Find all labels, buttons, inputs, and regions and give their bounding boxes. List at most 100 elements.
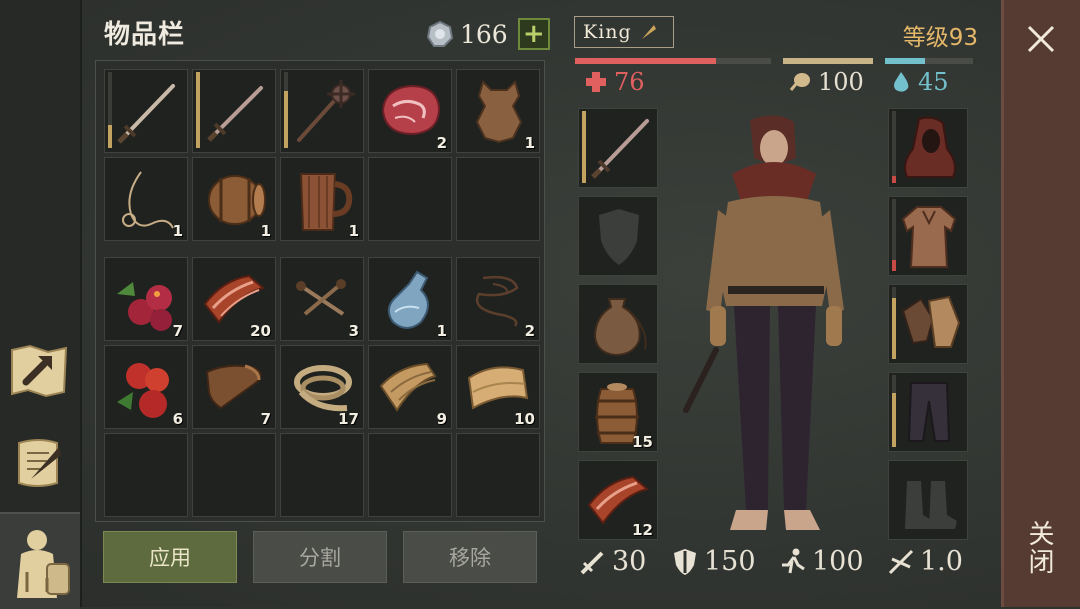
inventory-slot[interactable] (280, 69, 364, 153)
inventory-slot[interactable]: 1 (104, 157, 188, 241)
item-quantity: 1 (524, 134, 535, 152)
add-coins-button[interactable]: + (517, 18, 550, 50)
inventory-slot[interactable]: 2 (368, 69, 452, 153)
empty-inventory-slot[interactable] (104, 433, 188, 517)
remove-button[interactable]: 移除 (403, 531, 537, 583)
pouch-icon (593, 298, 647, 357)
mace-icon (297, 80, 355, 142)
shield-equip-slot[interactable] (578, 196, 658, 276)
running-man-icon (782, 548, 805, 573)
item-quantity: 2 (436, 134, 447, 152)
chest-equip-slot[interactable] (888, 196, 968, 276)
item-quantity: 1 (172, 222, 183, 240)
inventory-grid: 2 1 1 1 1 7 20 3 1 2 6 7 17 9 10 (95, 60, 545, 522)
item-quantity: 17 (338, 410, 359, 428)
thirst-bar (885, 58, 973, 64)
item-quantity: 9 (436, 410, 447, 428)
boots-slot-icon (905, 481, 957, 529)
item-quantity: 1 (260, 222, 271, 240)
inventory-slot[interactable]: 1 (280, 157, 364, 241)
feet-equip-slot[interactable] (888, 460, 968, 540)
item-quantity: 3 (348, 322, 359, 340)
inventory-slot[interactable] (192, 69, 276, 153)
item-quantity: 20 (250, 322, 271, 340)
empty-inventory-slot[interactable] (456, 433, 540, 517)
gloves-icon (901, 295, 961, 348)
inventory-slot[interactable]: 1 (192, 157, 276, 241)
item-quantity: 1 (436, 322, 447, 340)
close-panel[interactable]: 关闭 (1001, 0, 1080, 607)
legs-equip-slot[interactable] (888, 372, 968, 452)
item-quantity: 6 (172, 410, 183, 428)
attack-stat: 30 (578, 546, 646, 577)
inventory-tab[interactable] (0, 512, 80, 609)
hands-equip-slot[interactable] (888, 284, 968, 364)
empty-inventory-slot[interactable] (192, 433, 276, 517)
item-quantity: 1 (348, 222, 359, 240)
scroll-quill-icon (18, 439, 61, 487)
hunger-bar (783, 58, 873, 64)
inventory-slot[interactable]: 20 (192, 257, 276, 341)
speed-value: 100 (812, 546, 864, 577)
inventory-slot[interactable]: 7 (192, 345, 276, 429)
pants-icon (907, 382, 951, 442)
thirst-value: 45 (918, 68, 949, 96)
split-button[interactable]: 分割 (253, 531, 387, 583)
gambeson-icon (901, 206, 957, 268)
crossed-weapons-icon (888, 549, 914, 574)
character-name: King (583, 21, 632, 43)
close-button-label: 关闭 (1024, 520, 1054, 576)
inventory-slot[interactable]: 3 (280, 257, 364, 341)
quill-edit-icon (641, 25, 656, 39)
equipped-sword-icon (591, 119, 649, 179)
inventory-slot[interactable]: 1 (456, 69, 540, 153)
inventory-slot[interactable]: 6 (104, 345, 188, 429)
inventory-slot[interactable] (104, 69, 188, 153)
item-quantity: 15 (632, 433, 653, 451)
weapon-equip-slot[interactable] (578, 108, 658, 188)
health-stat: 76 (584, 68, 645, 96)
journal-tab[interactable] (6, 430, 72, 496)
quickslot-1[interactable]: 15 (578, 372, 658, 452)
inventory-slot[interactable]: 1 (368, 257, 452, 341)
empty-inventory-slot[interactable] (368, 157, 452, 241)
inventory-slot[interactable]: 10 (456, 345, 540, 429)
quickslot-2[interactable]: 12 (578, 460, 658, 540)
inventory-slot[interactable]: 2 (456, 257, 540, 341)
speed-stat: 100 (778, 546, 864, 577)
character-model (683, 115, 844, 530)
crafting-tab[interactable] (6, 338, 72, 404)
character-level: 等级93 (902, 25, 978, 51)
character-backpack-icon (17, 529, 70, 598)
hunger-drumstick-icon (789, 73, 810, 91)
longsword-icon (117, 84, 175, 144)
use-button[interactable]: 应用 (103, 531, 237, 583)
silver-coin-icon (426, 20, 454, 47)
multiplier-value: 1.0 (920, 546, 963, 577)
empty-inventory-slot[interactable] (368, 433, 452, 517)
item-quantity: 10 (514, 410, 535, 428)
shield-slot-icon (599, 209, 639, 265)
character-name-badge[interactable]: King (574, 16, 674, 48)
hunger-stat: 100 (788, 68, 864, 96)
health-value: 76 (614, 68, 645, 96)
inventory-title: 物品栏 (104, 20, 186, 50)
close-icon[interactable] (1026, 24, 1056, 54)
head-equip-slot[interactable] (888, 108, 968, 188)
defense-value: 150 (704, 546, 756, 577)
inventory-slot[interactable]: 17 (280, 345, 364, 429)
health-bar (575, 58, 771, 64)
sword-icon (207, 86, 263, 142)
health-cross-icon (586, 72, 606, 92)
empty-inventory-slot[interactable] (280, 433, 364, 517)
pouch-equip-slot[interactable] (578, 284, 658, 364)
item-quantity: 2 (524, 322, 535, 340)
item-quantity: 7 (260, 410, 271, 428)
coin-count: 166 (460, 19, 508, 49)
inventory-slot[interactable]: 9 (368, 345, 452, 429)
empty-inventory-slot[interactable] (456, 157, 540, 241)
item-quantity: 12 (632, 521, 653, 539)
water-drop-icon (894, 72, 909, 92)
inventory-slot[interactable]: 7 (104, 257, 188, 341)
defense-shield-icon (674, 548, 696, 575)
